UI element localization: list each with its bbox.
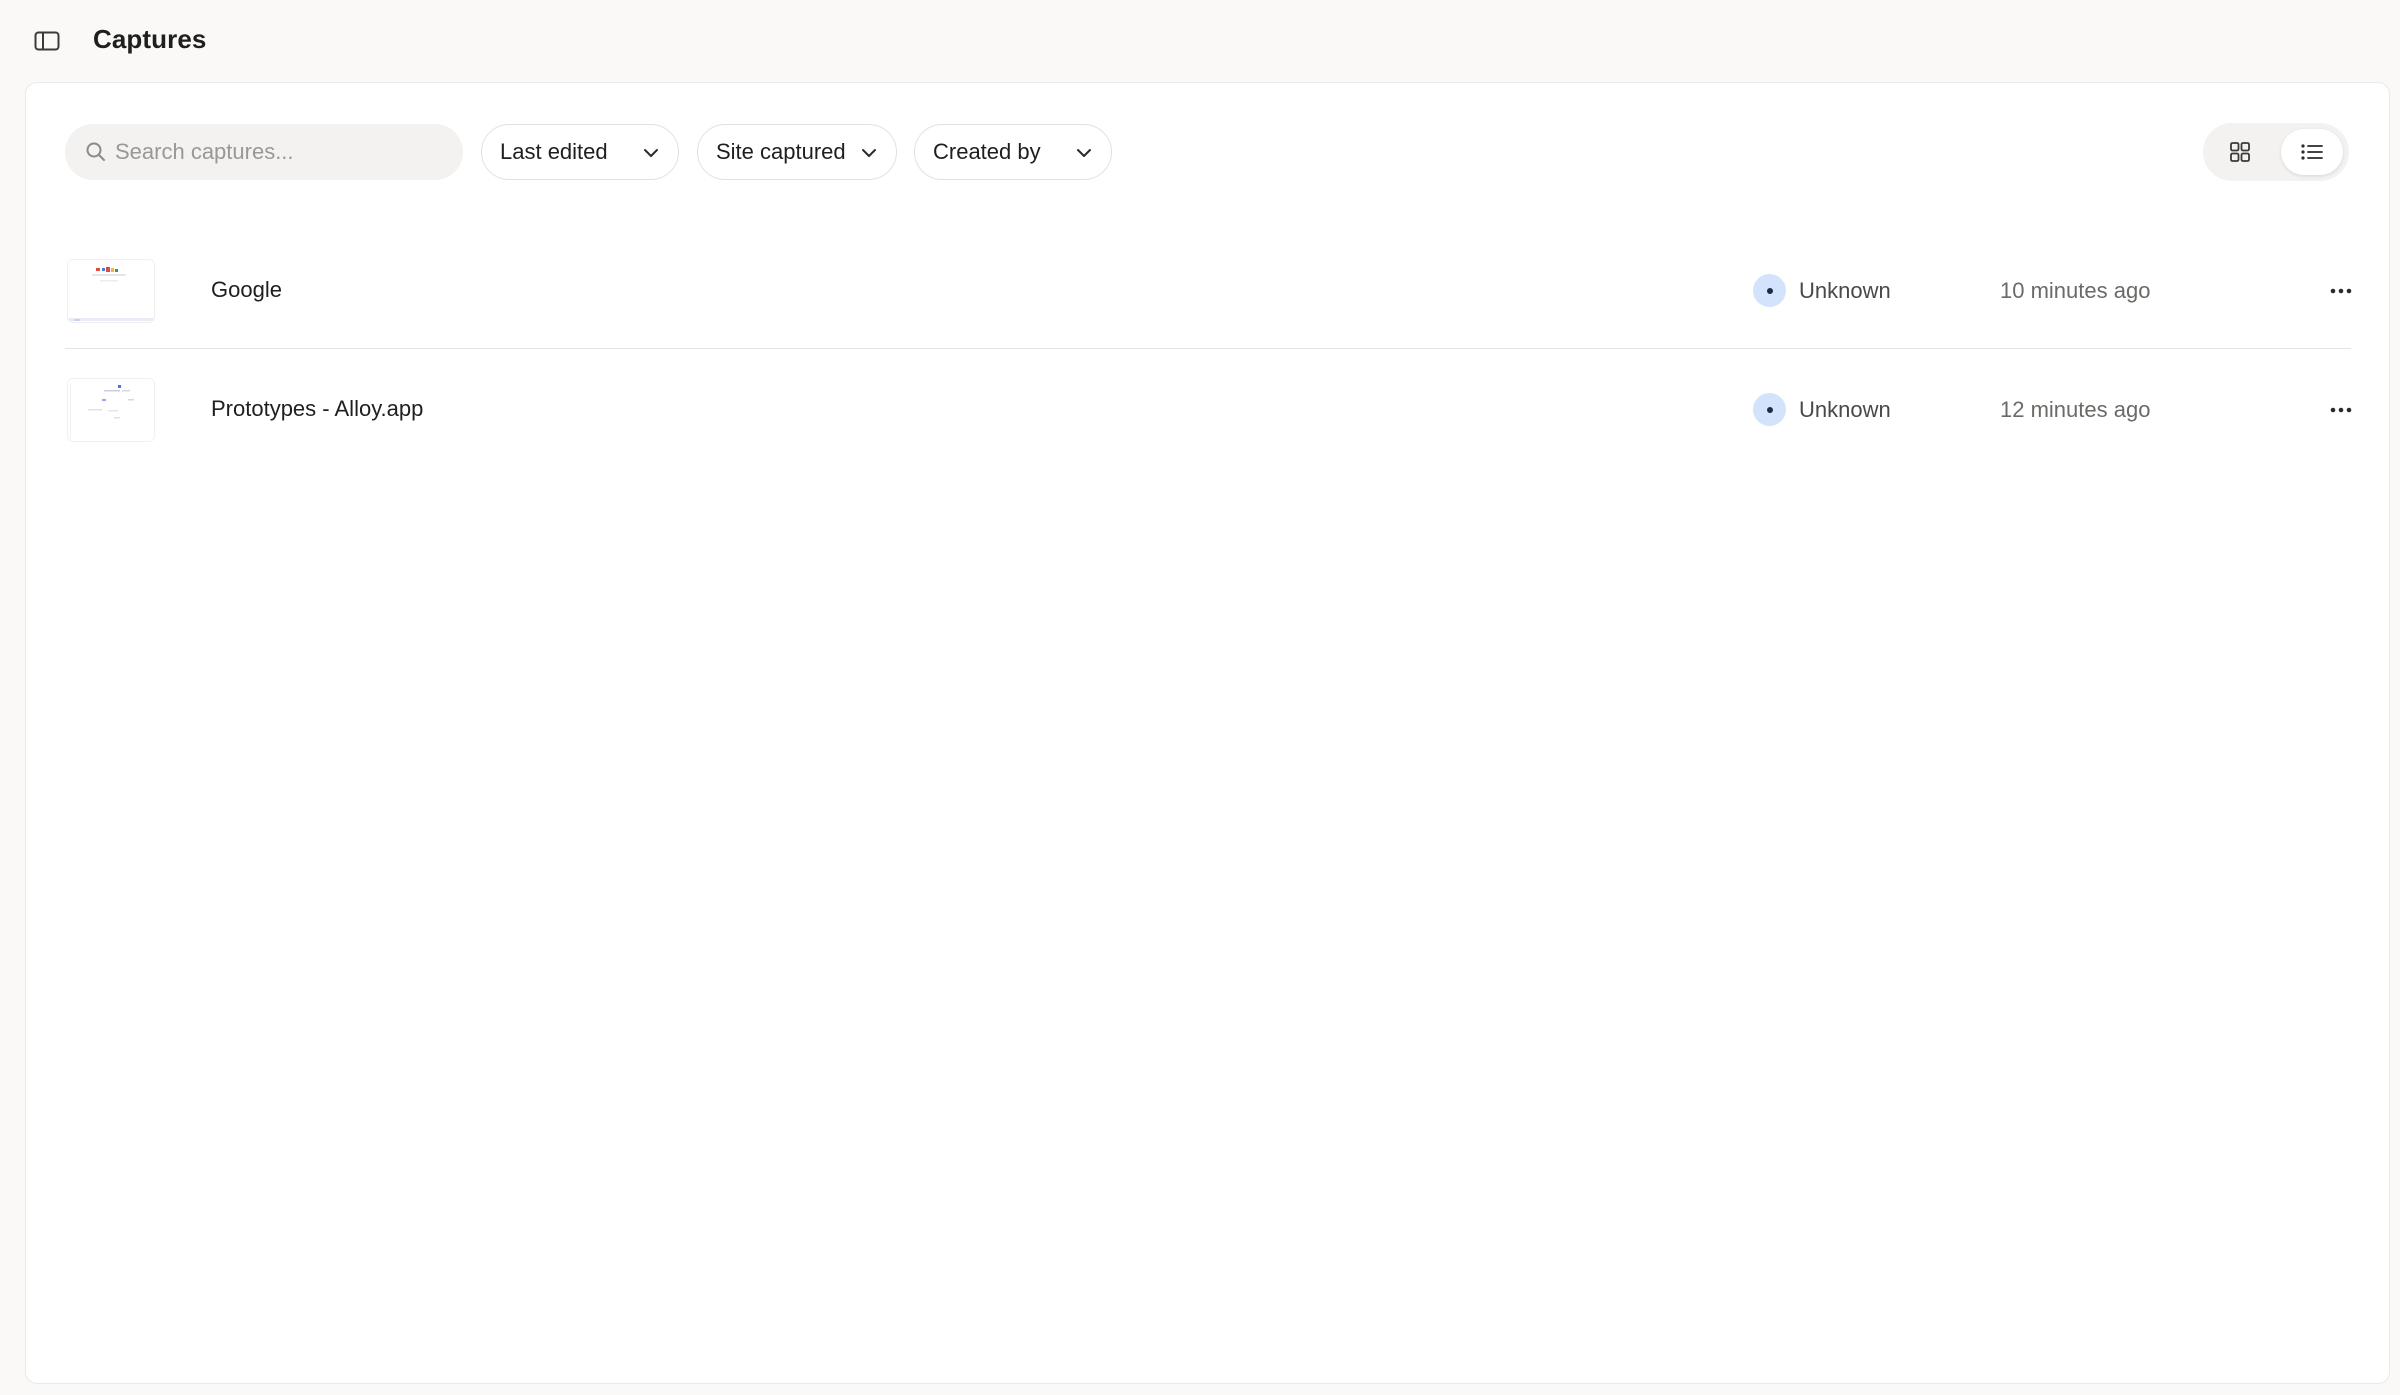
capture-title[interactable]: Google xyxy=(211,277,282,303)
more-horizontal-icon xyxy=(2330,407,2352,413)
page-title: Captures xyxy=(93,24,207,54)
search-box[interactable] xyxy=(65,124,463,180)
search-icon xyxy=(86,142,105,161)
list-view-button[interactable] xyxy=(2281,129,2343,175)
grid-icon xyxy=(2230,142,2250,162)
filter-created-by[interactable]: Created by xyxy=(914,124,1112,180)
owner-name: Unknown xyxy=(1799,277,1891,303)
capture-owner: Unknown xyxy=(1753,274,1891,307)
search-input[interactable] xyxy=(115,124,445,180)
list-icon xyxy=(2301,144,2323,160)
more-options-button[interactable] xyxy=(2324,274,2358,308)
capture-thumbnail xyxy=(67,259,155,323)
sidebar-panel-icon xyxy=(34,31,60,51)
grid-view-button[interactable] xyxy=(2209,129,2271,175)
filter-label: Site captured xyxy=(716,139,846,164)
more-horizontal-icon xyxy=(2330,288,2352,294)
avatar xyxy=(1753,393,1786,426)
chevron-down-icon xyxy=(1077,149,1091,157)
more-options-button[interactable] xyxy=(2324,393,2358,427)
view-mode-toggle xyxy=(2203,123,2349,181)
chevron-down-icon xyxy=(862,149,876,157)
capture-timestamp: 10 minutes ago xyxy=(2000,278,2151,303)
capture-title[interactable]: Prototypes - Alloy.app xyxy=(211,396,423,422)
capture-owner: Unknown xyxy=(1753,393,1891,426)
captures-panel: Last edited Site captured Created by xyxy=(25,82,2390,1384)
owner-name: Unknown xyxy=(1799,396,1891,422)
filter-label: Created by xyxy=(933,139,1041,164)
capture-row[interactable]: Google Unknown 10 minutes ago xyxy=(65,233,2352,349)
filter-label: Last edited xyxy=(500,139,608,164)
sidebar-toggle-button[interactable] xyxy=(30,26,64,56)
avatar xyxy=(1753,274,1786,307)
filter-last-edited[interactable]: Last edited xyxy=(481,124,679,180)
filter-site-captured[interactable]: Site captured xyxy=(697,124,897,180)
capture-timestamp: 12 minutes ago xyxy=(2000,397,2151,422)
chevron-down-icon xyxy=(644,149,658,157)
top-bar: Captures xyxy=(0,0,2400,82)
capture-thumbnail xyxy=(67,378,155,442)
capture-row[interactable]: Prototypes - Alloy.app Unknown 12 minute… xyxy=(65,352,2352,468)
